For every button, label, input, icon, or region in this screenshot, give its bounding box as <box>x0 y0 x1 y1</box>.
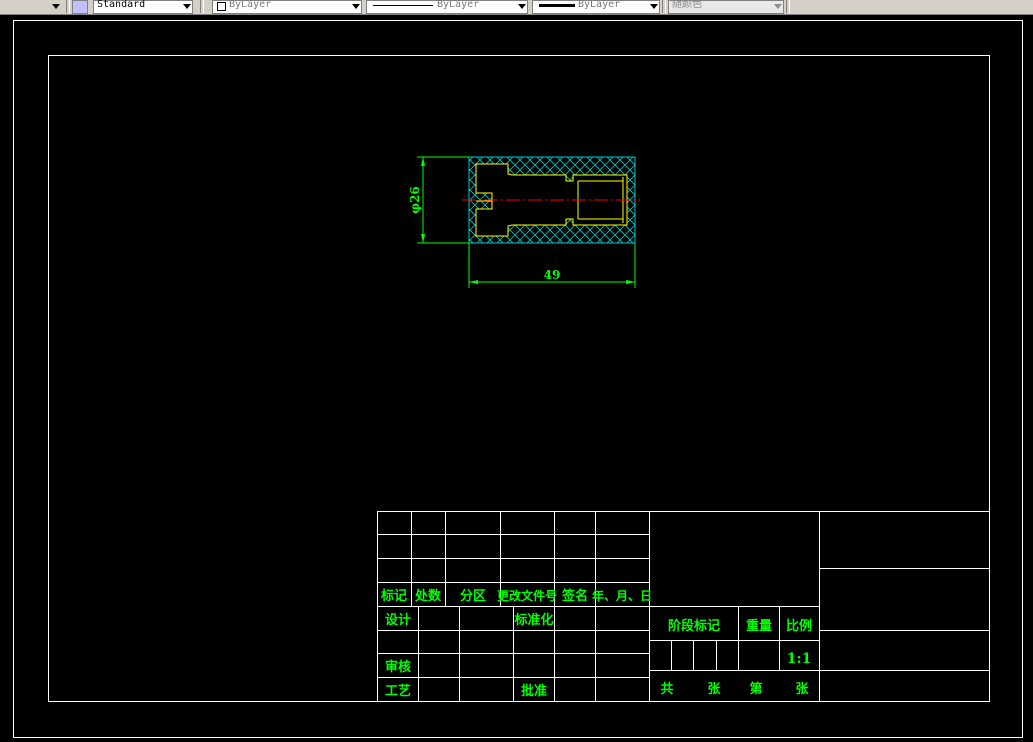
label-sheets-2: 张 <box>795 682 809 697</box>
rev-header-signature: 签名 <box>561 588 588 604</box>
arrow-icon <box>421 234 425 243</box>
scale-value: 1:1 <box>787 651 812 667</box>
inner-drawing-frame <box>48 55 990 702</box>
label-stage-mark: 阶段标记 <box>668 618 720 634</box>
label-weight: 重量 <box>746 618 772 634</box>
label-page: 第 <box>749 681 762 697</box>
label-scale: 比例 <box>786 618 812 634</box>
label-total: 共 <box>660 681 673 697</box>
rev-header-zone: 分区 <box>460 588 486 604</box>
rev-header-mark: 标记 <box>380 588 407 604</box>
label-design: 设计 <box>385 612 411 628</box>
length-dimension-text: 49 <box>544 268 561 282</box>
arrow-icon <box>421 157 425 166</box>
drawing-canvas[interactable]: φ26 49 标记 处数 分区 更改文件号 签名 年、月、日 设计 标准化 审核… <box>0 0 1033 742</box>
rev-header-doc-no: 更改文件号 <box>497 588 557 603</box>
label-process: 工艺 <box>385 683 411 699</box>
label-approve: 批准 <box>521 683 547 699</box>
diameter-dimension[interactable]: φ26 <box>408 156 469 244</box>
length-dimension[interactable]: 49 <box>468 243 636 288</box>
arrow-icon <box>626 280 635 284</box>
label-standardization: 标准化 <box>513 612 553 628</box>
diameter-dimension-text: φ26 <box>408 186 422 214</box>
outer-sheet-border <box>13 20 1023 738</box>
rev-header-date: 年、月、日 <box>592 588 652 603</box>
label-sheets: 张 <box>707 682 721 697</box>
arrow-icon <box>469 280 478 284</box>
rev-header-count: 处数 <box>414 588 442 604</box>
part-section-view[interactable] <box>462 156 640 244</box>
label-review: 审核 <box>385 659 411 675</box>
title-block[interactable] <box>377 511 990 702</box>
